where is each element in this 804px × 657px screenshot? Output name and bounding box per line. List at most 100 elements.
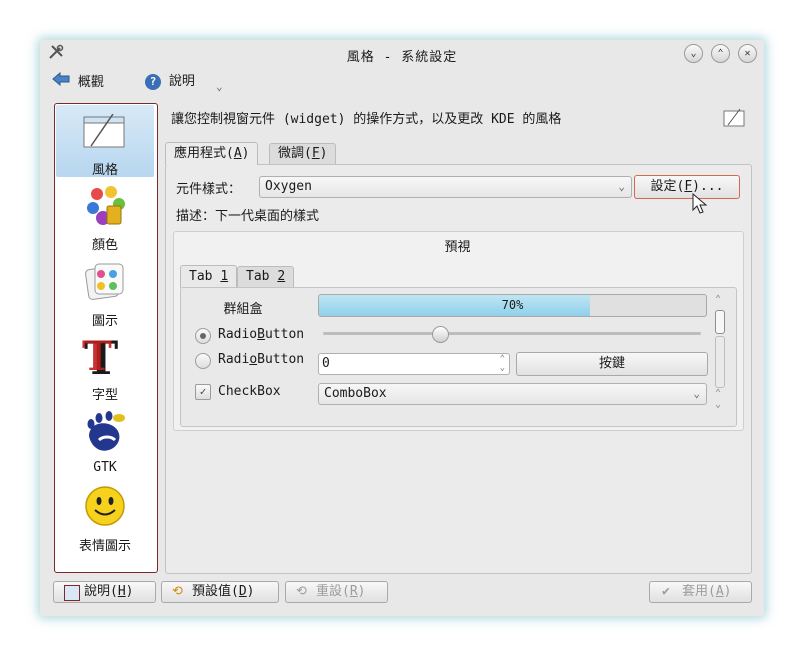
- overview-label: 概觀: [77, 75, 104, 90]
- reset-button[interactable]: ⟲ 重設(R): [285, 581, 388, 603]
- widget-style-value: Oxygen: [265, 179, 312, 194]
- emoticons-icon: [84, 485, 126, 527]
- sidebar-item-style[interactable]: 風格: [56, 106, 154, 178]
- help-accel: H: [117, 584, 126, 599]
- widget-style-label: 元件樣式：: [176, 182, 242, 197]
- sidebar-item-label: 顏色: [91, 238, 118, 253]
- preview-tab-2[interactable]: Tab 2: [237, 266, 295, 287]
- undo-icon: ⟲: [296, 584, 307, 599]
- defaults-button[interactable]: ⟲ 預設值(D): [161, 581, 279, 603]
- chevron-down-icon[interactable]: ⌄: [216, 80, 223, 93]
- sidebar-item-emoticons[interactable]: 表情圖示: [56, 483, 154, 554]
- tab-label: Tab: [246, 269, 278, 284]
- style-description: 描述：下一代桌面的樣式: [176, 209, 320, 224]
- style-preview-icon: [723, 108, 745, 128]
- sidebar-item-icons[interactable]: 圖示: [56, 258, 154, 329]
- configure-button[interactable]: 設定(F)...: [634, 175, 740, 199]
- tab-label: Tab: [189, 269, 221, 284]
- radio-button-1[interactable]: [195, 328, 211, 344]
- overview-button[interactable]: 概觀: [52, 71, 104, 92]
- help-button[interactable]: 說明(H): [53, 581, 156, 603]
- tab-label: 微調(: [278, 146, 312, 161]
- configure-label: 設定(: [650, 179, 685, 194]
- defaults-button-label: 預設值(: [192, 584, 239, 599]
- tab-applications[interactable]: 應用程式(A): [165, 142, 259, 165]
- scroll-up-icon[interactable]: ⌃: [715, 388, 721, 399]
- radio-label-part: utton: [264, 327, 305, 342]
- radio-label-part: Button: [257, 352, 305, 367]
- paren: ): [125, 584, 134, 599]
- sidebar-item-fonts[interactable]: TT 字型: [56, 331, 154, 403]
- slider-track[interactable]: [323, 332, 701, 335]
- configure-suffix: )...: [692, 179, 724, 194]
- tab-label: 應用程式(: [174, 146, 234, 161]
- sidebar-item-label: 字型: [91, 388, 118, 403]
- sidebar-item-label: GTK: [93, 460, 117, 475]
- push-button[interactable]: 按鍵: [516, 352, 708, 376]
- page-description: 讓您控制視窗元件 (widget) 的操作方式，以及更改 KDE 的風格: [171, 112, 562, 127]
- tab-suffix: ): [319, 146, 328, 161]
- defaults-accel: D: [238, 584, 247, 599]
- radio-accel: B: [257, 327, 265, 342]
- help-book-icon: [64, 585, 80, 601]
- spin-arrows-icon: ⌃ ⌄: [499, 354, 505, 373]
- reset-button-label: 重設(: [316, 584, 350, 599]
- combobox-value: ComboBox: [324, 386, 387, 401]
- checkbox-label: CheckBox: [218, 384, 281, 399]
- vertical-scrollbar[interactable]: ⌃ ⌃ ⌄: [712, 294, 728, 412]
- apply-accel: A: [715, 584, 724, 599]
- preview-combobox[interactable]: ComboBox ⌄: [318, 383, 707, 405]
- spin-box[interactable]: 0 ⌃ ⌄: [318, 353, 510, 375]
- fonts-icon: TT: [82, 331, 128, 385]
- colors-icon: [83, 184, 127, 228]
- icons-icon: [83, 260, 127, 304]
- help-icon: ?: [145, 73, 161, 90]
- sidebar-item-gtk[interactable]: GTK: [56, 408, 154, 478]
- scroll-down-icon[interactable]: ⌄: [715, 399, 721, 410]
- help-label: 說明: [168, 74, 195, 89]
- configure-accel: F: [684, 179, 693, 194]
- groupbox-title: 群組盒: [223, 302, 263, 317]
- preview-title: 預視: [444, 240, 471, 255]
- tab-accel: 1: [220, 269, 229, 284]
- chevron-down-icon: ⌄: [693, 387, 700, 400]
- sidebar-item-label: 圖示: [91, 314, 118, 329]
- radio-button-2[interactable]: [195, 353, 211, 369]
- chevron-down-icon: ⌄: [618, 180, 625, 193]
- maximize-button[interactable]: ⌃: [711, 44, 730, 63]
- apply-button-label: 套用(: [682, 584, 716, 599]
- progress-text: 70%: [501, 298, 524, 312]
- radio-button-1-label: RadioButton: [218, 327, 304, 342]
- preview-tab-1[interactable]: Tab 1: [180, 265, 238, 288]
- window-title: 風格 - 系統設定: [346, 50, 458, 65]
- scroll-handle[interactable]: [715, 310, 725, 334]
- scroll-track: [715, 336, 725, 388]
- checkmark-icon: ✔: [662, 584, 670, 599]
- radio-label-part: Radi: [218, 352, 250, 367]
- sidebar-item-label: 風格: [91, 163, 118, 178]
- scroll-up-icon[interactable]: ⌃: [715, 294, 721, 305]
- checkbox[interactable]: ✓: [195, 384, 211, 400]
- sidebar-item-label: 表情圖示: [78, 539, 131, 554]
- apply-button[interactable]: ✔ 套用(A): [649, 581, 752, 603]
- radio-button-2-label: RadioButton: [218, 352, 304, 367]
- reset-accel: R: [349, 584, 358, 599]
- paren: ): [357, 584, 366, 599]
- tab-accel: F: [311, 146, 320, 161]
- radio-label-part: Radio: [218, 327, 258, 342]
- mouse-cursor-icon: [692, 192, 708, 215]
- widget-style-combo[interactable]: Oxygen ⌄: [259, 176, 632, 198]
- close-button[interactable]: ✕: [738, 44, 757, 63]
- sidebar-item-colors[interactable]: 顏色: [56, 182, 154, 253]
- tab-accel: A: [233, 146, 242, 161]
- paren: ): [246, 584, 255, 599]
- spin-value: 0: [322, 356, 330, 371]
- help-menu-button[interactable]: ? 說明: [145, 72, 195, 92]
- progress-bar: 70%: [318, 294, 707, 317]
- minimize-button[interactable]: ⌄: [684, 44, 703, 63]
- tab-fine-tuning[interactable]: 微調(F): [269, 143, 337, 164]
- svg-text:T: T: [82, 333, 112, 380]
- gtk-icon: [83, 410, 127, 454]
- paren: ): [723, 584, 732, 599]
- defaults-icon: ⟲: [172, 584, 183, 599]
